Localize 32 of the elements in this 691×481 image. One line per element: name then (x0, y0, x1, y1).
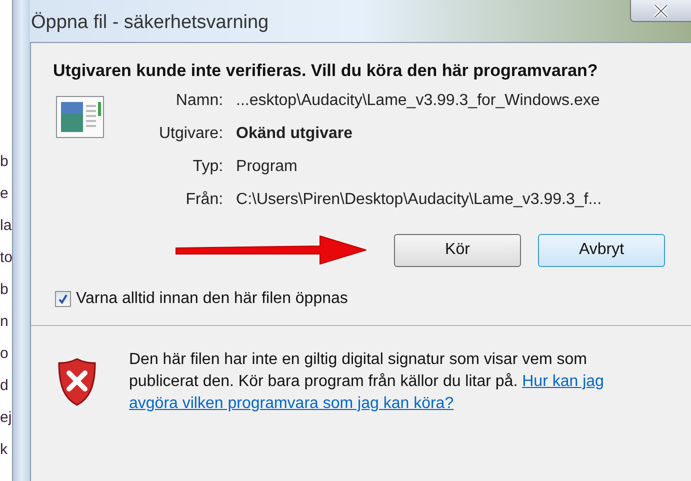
window-title: Öppna fil - säkerhetsvarning (31, 11, 269, 35)
background-text: to (0, 248, 12, 268)
field-value: Program (236, 157, 298, 177)
field-value: ...esktop\Audacity\Lame_v3.99.3_for_Windows.exe (236, 91, 601, 111)
background-text: b (0, 152, 10, 172)
field-value: C:\Users\Piren\Desktop\Audacity\Lame_v3.99.3_f... (236, 190, 602, 210)
field-label: Typ: (192, 157, 224, 177)
dialog-button[interactable]: Avbryt (538, 234, 665, 266)
warning-text: Den här filen har inte en giltig digital signatur som visar vem som publicerat den. Kör bara program från källor du litar på. Hur kan jag avgöra vilken programvara som jag kan köra? (129, 350, 605, 414)
help-link[interactable]: Hur kan jag (522, 373, 604, 390)
shield-error-icon (57, 357, 97, 407)
background-text: b (0, 280, 10, 300)
dialog-button[interactable]: Kör (394, 234, 521, 266)
close-button[interactable] (630, 0, 691, 22)
program-icon (56, 96, 104, 138)
background-text: e (0, 184, 10, 204)
check-icon (58, 294, 68, 304)
background-text: ej (0, 408, 12, 428)
heading: Utgivaren kunde inte verifieras. Vill du köra den här programvaran? (53, 60, 599, 82)
close-icon (653, 4, 669, 16)
checkbox[interactable] (55, 291, 71, 307)
field-label: Namn: (174, 91, 224, 111)
background-text: n (0, 312, 10, 332)
help-link[interactable]: avgöra vilken programvara som jag kan köra? (129, 395, 454, 412)
background-text: la (0, 216, 12, 236)
field-label: Utgivare: (159, 124, 224, 144)
background-text: o (0, 344, 10, 364)
background-text: k (0, 440, 8, 460)
field-value: Okänd utgivare (236, 124, 354, 144)
checkbox-label: Varna alltid innan den här filen öppnas (76, 289, 348, 309)
field-label: Från: (184, 190, 224, 210)
background-text: d (0, 376, 10, 396)
